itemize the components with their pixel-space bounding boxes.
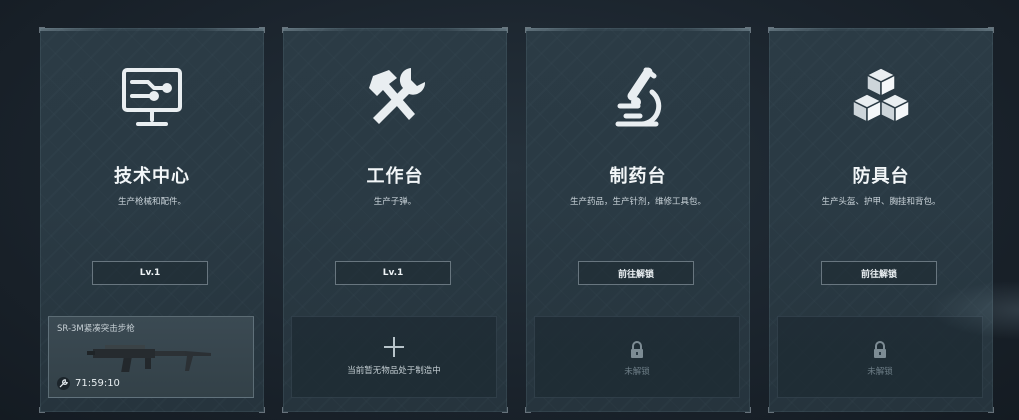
crafting-slot[interactable]: 当前暂无物品处于制造中 <box>291 316 497 398</box>
locked-message: 未解锁 <box>624 367 650 377</box>
lock-icon <box>631 341 643 358</box>
station-level-button[interactable]: Lv.1 <box>92 261 208 285</box>
station-card-workbench[interactable]: 工作台 生产子弹。 Lv.1 当前暂无物品处于制造中 <box>282 27 508 413</box>
wrench-icon <box>57 377 70 390</box>
unlock-button[interactable]: 前往解锁 <box>821 261 937 285</box>
station-title: 制药台 <box>609 166 667 187</box>
crafting-item-name: SR-3M紧凑突击步枪 <box>57 324 135 334</box>
crafting-timer: 71:59:10 <box>75 378 120 389</box>
rifle-icon <box>87 345 211 372</box>
station-description: 生产枪械和配件。 <box>117 197 186 207</box>
station-level-button[interactable]: Lv.1 <box>335 261 451 285</box>
station-title: 技术中心 <box>114 166 190 187</box>
crafting-slot[interactable]: SR-3M紧凑突击步枪 71:59:10 <box>48 316 254 398</box>
station-description: 生产药品，生产针剂，维修工具包。 <box>569 197 706 207</box>
hammer-wrench-icon <box>359 62 431 134</box>
station-card-armor-bench[interactable]: 防具台 生产头盔、护甲、胸挂和背包。 前往解锁 未解锁 <box>768 27 994 413</box>
cubes-icon <box>845 62 917 134</box>
station-card-pharmacy[interactable]: 制药台 生产药品，生产针剂，维修工具包。 前往解锁 未解锁 <box>525 27 751 413</box>
plus-icon <box>384 337 404 357</box>
locked-message: 未解锁 <box>867 367 893 377</box>
monitor-circuit-icon <box>116 62 188 134</box>
crafting-slot-locked: 未解锁 <box>534 316 740 398</box>
ambient-glow <box>929 280 1019 340</box>
lock-icon <box>874 341 886 358</box>
station-title: 工作台 <box>366 166 424 187</box>
station-card-tech-center[interactable]: 技术中心 生产枪械和配件。 Lv.1 SR-3M紧凑突击步枪 71:59:10 <box>39 27 265 413</box>
empty-slot-message: 当前暂无物品处于制造中 <box>347 366 441 376</box>
station-title: 防具台 <box>852 166 910 187</box>
crafting-stations-screen: 技术中心 生产枪械和配件。 Lv.1 SR-3M紧凑突击步枪 71:59:10 <box>0 0 1019 420</box>
station-description: 生产子弹。 <box>373 197 417 207</box>
unlock-button[interactable]: 前往解锁 <box>578 261 694 285</box>
microscope-icon <box>602 62 674 134</box>
station-description: 生产头盔、护甲、胸挂和背包。 <box>821 197 941 207</box>
